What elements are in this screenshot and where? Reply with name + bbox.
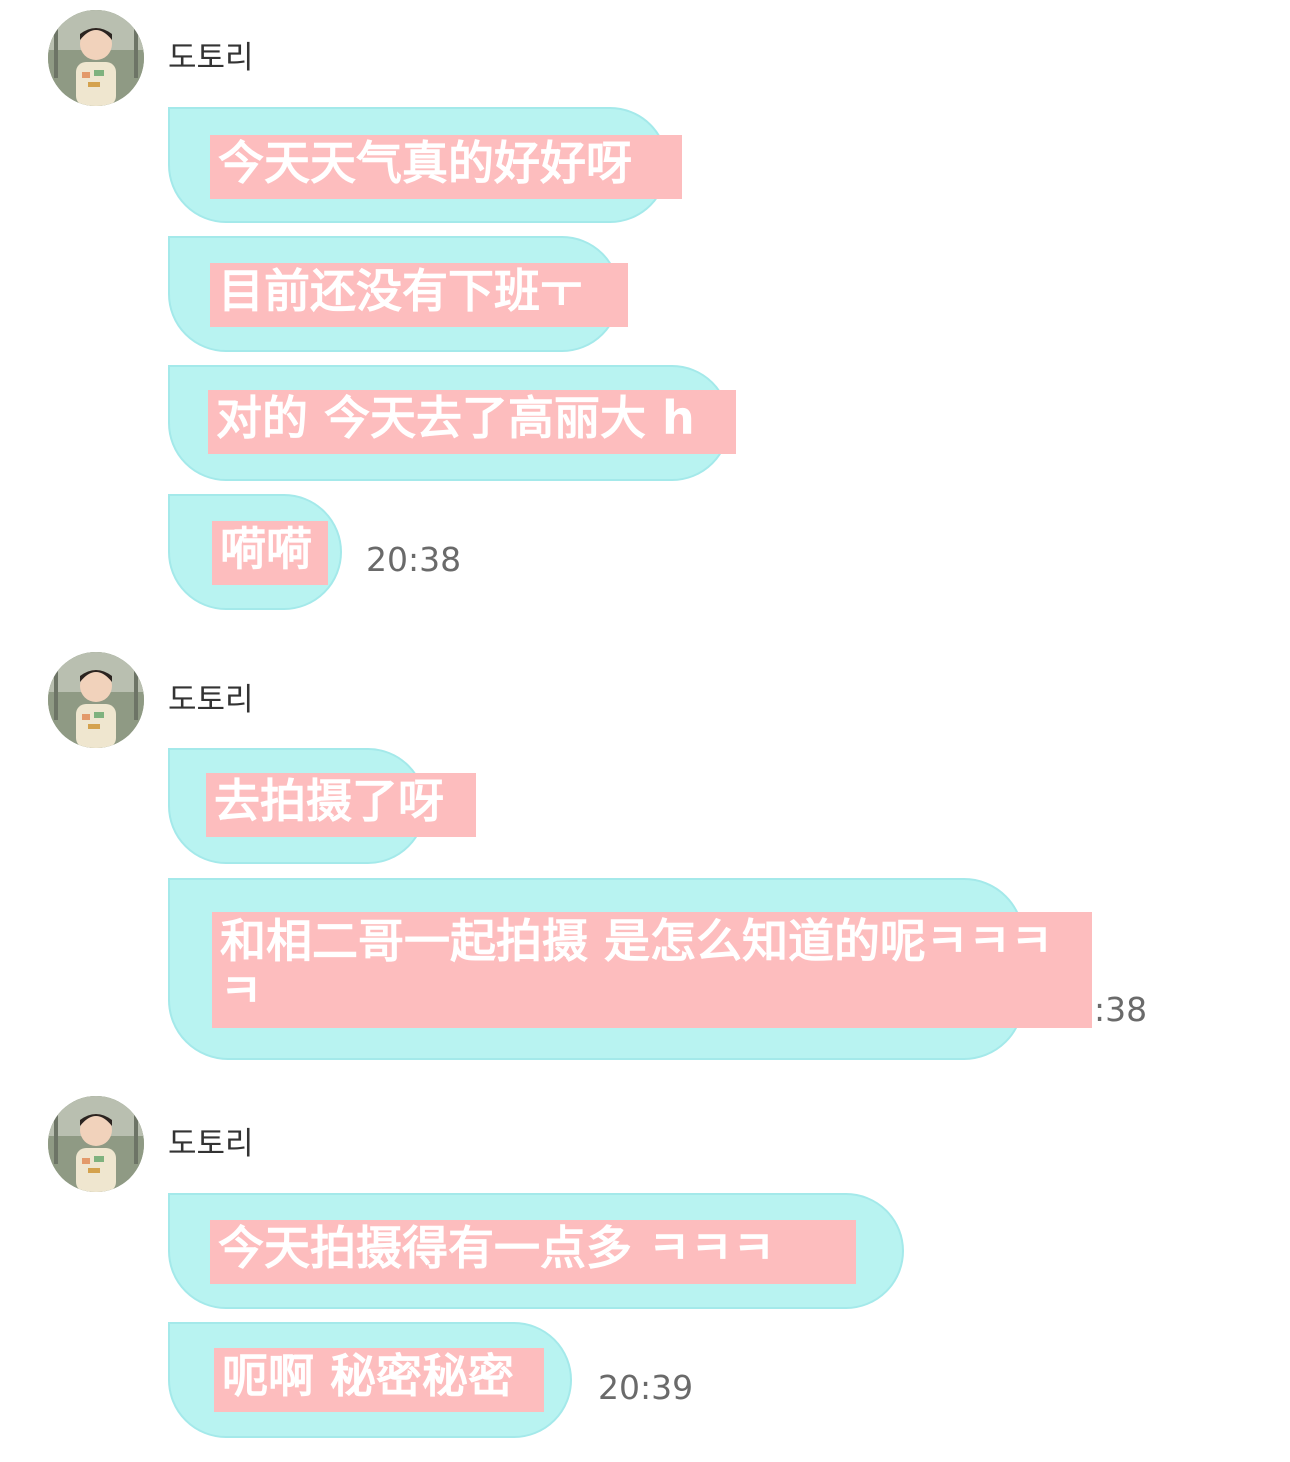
sender-avatar[interactable] bbox=[48, 10, 144, 106]
message-text: 目前还没有下班ㅜ bbox=[210, 263, 628, 327]
message-text: 嗬嗬 bbox=[212, 521, 328, 585]
message-timestamp: 20:38 bbox=[366, 540, 462, 579]
message-timestamp: :38 bbox=[1094, 990, 1148, 1029]
sender-name: 도토리 bbox=[168, 682, 254, 718]
sender-name: 도토리 bbox=[168, 40, 254, 76]
sender-name: 도토리 bbox=[168, 1126, 254, 1162]
message-timestamp: 20:39 bbox=[598, 1368, 694, 1407]
message-text: 今天天气真的好好呀 bbox=[210, 135, 682, 199]
sender-avatar[interactable] bbox=[48, 652, 144, 748]
message-text: 和相二哥一起拍摄 是怎么知道的呢ㅋㅋㅋㅋ bbox=[212, 912, 1092, 1028]
message-text: 对的 今天去了高丽大 h bbox=[208, 390, 736, 454]
sender-avatar[interactable] bbox=[48, 1096, 144, 1192]
message-text: 呃啊 秘密秘密 bbox=[214, 1348, 544, 1412]
message-text: 去拍摄了呀 bbox=[206, 773, 476, 837]
message-text: 今天拍摄得有一点多 ㅋㅋㅋ bbox=[210, 1220, 856, 1284]
